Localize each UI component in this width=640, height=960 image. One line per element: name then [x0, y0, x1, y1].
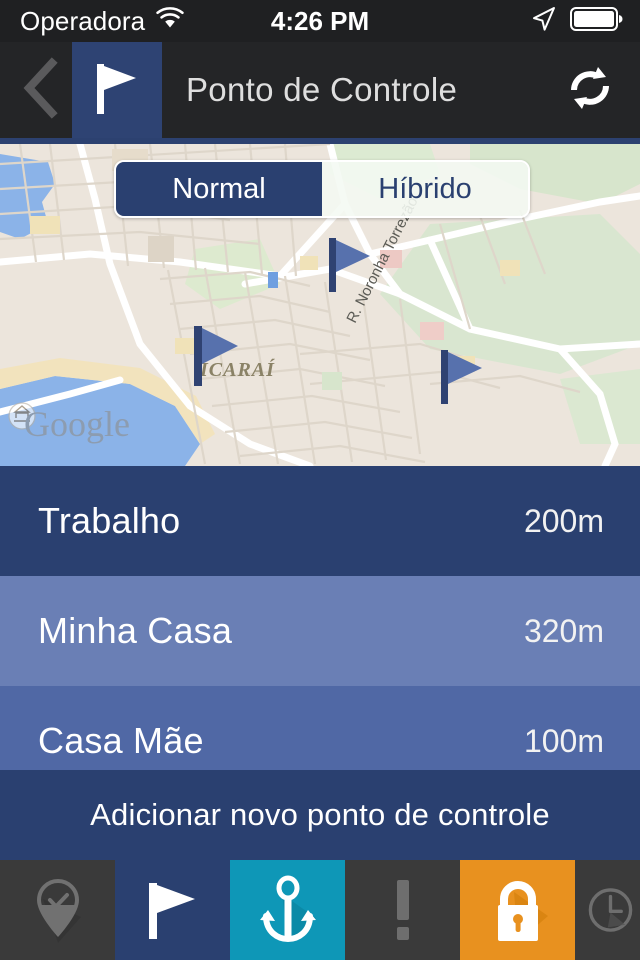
anchor-icon [230, 860, 345, 960]
tab-alerts[interactable] [345, 860, 460, 960]
lock-icon [460, 860, 575, 960]
add-checkpoint-button[interactable]: Adicionar novo ponto de controle [0, 770, 640, 860]
map-flag-marker-3[interactable] [438, 348, 486, 411]
list-item-distance: 200m [523, 502, 604, 539]
location-arrow-icon [530, 5, 558, 38]
segment-hibrido[interactable]: Híbrido [322, 162, 528, 216]
clock-icon [575, 860, 640, 960]
list-item-distance: 100m [523, 722, 604, 759]
nav-flag-badge[interactable] [72, 42, 162, 138]
tab-bar[interactable] [0, 860, 640, 960]
tab-checkin[interactable] [0, 860, 115, 960]
status-bar: Operadora 4:26 PM [0, 0, 640, 42]
refresh-button[interactable] [554, 42, 626, 138]
list-item-name: Casa Mãe [38, 720, 204, 761]
tab-lock[interactable] [460, 860, 575, 960]
tab-history[interactable] [575, 860, 640, 960]
add-checkpoint-label: Adicionar novo ponto de controle [90, 797, 550, 832]
refresh-icon [565, 63, 615, 118]
tab-anchor[interactable] [230, 860, 345, 960]
list-item[interactable]: Trabalho 200m [0, 466, 640, 576]
back-button[interactable] [12, 42, 72, 138]
exclamation-icon [345, 860, 460, 960]
list-item-name: Minha Casa [38, 610, 233, 651]
checkpoint-list[interactable]: Trabalho 200m Minha Casa 320m Casa Mãe 1… [0, 466, 640, 770]
list-item[interactable]: Casa Mãe 100m [0, 686, 640, 770]
status-bar-right [530, 5, 624, 38]
flag-icon [115, 860, 230, 960]
map-flag-marker-2[interactable] [326, 236, 374, 299]
map-pin-check-icon [0, 860, 115, 960]
list-item[interactable]: Minha Casa 320m [0, 576, 640, 686]
map-flag-marker-1[interactable] [190, 324, 242, 393]
battery-full-icon [570, 6, 624, 37]
flag-icon [92, 58, 142, 123]
segment-normal[interactable]: Normal [116, 162, 322, 216]
svg-text:Google: Google [24, 404, 130, 444]
list-item-distance: 320m [523, 612, 604, 649]
list-item-name: Trabalho [38, 500, 181, 541]
tab-checkpoints[interactable] [115, 860, 230, 960]
chevron-left-icon [20, 56, 64, 124]
map-type-segmented-control[interactable]: Normal Híbrido [114, 160, 530, 218]
nav-bar: Ponto de Controle [0, 42, 640, 138]
page-title: Ponto de Controle [186, 71, 458, 108]
